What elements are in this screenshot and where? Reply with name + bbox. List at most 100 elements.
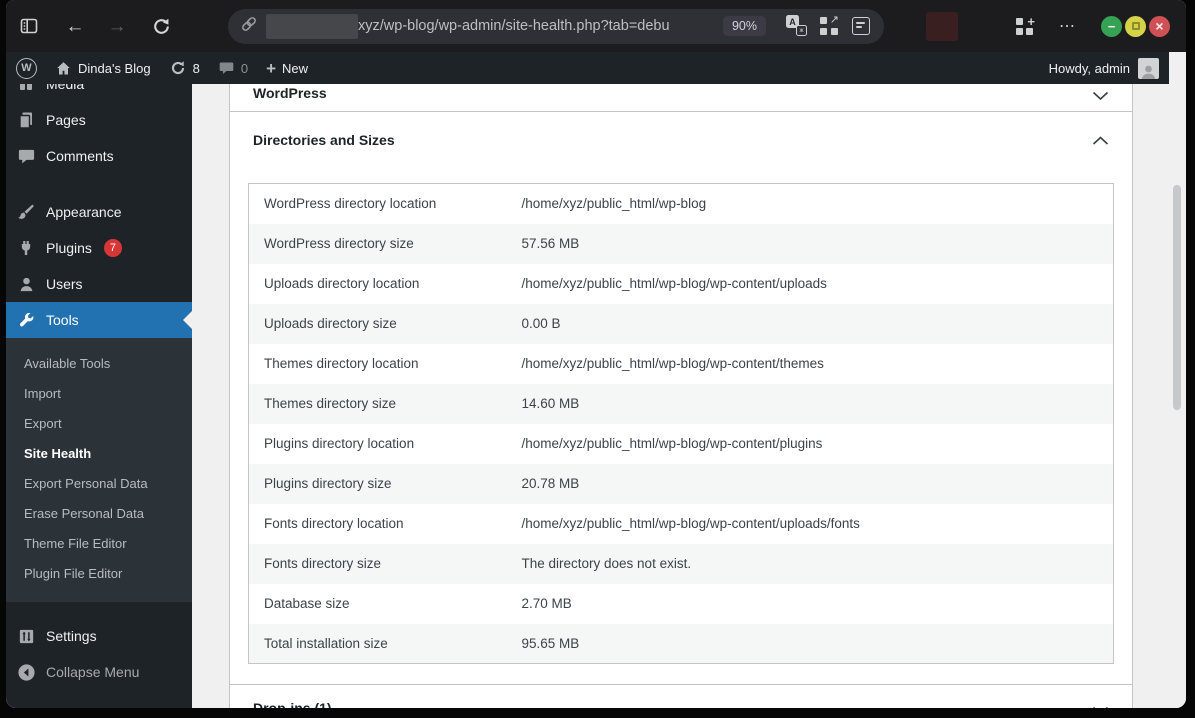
back-button[interactable]: ← [62, 13, 88, 39]
collections-icon[interactable]: ↗ [818, 14, 840, 37]
maximize-button[interactable] [1125, 15, 1146, 37]
row-value: 57.56 MB [521, 236, 580, 251]
chevron-up-icon [1092, 133, 1109, 151]
row-value: /home/xyz/public_html/wp-blog [521, 196, 707, 212]
extensions-icon[interactable]: + [1016, 14, 1035, 35]
row-value: /home/xyz/public_html/wp-blog/wp-content… [521, 356, 824, 371]
sidebar-item-tools[interactable]: Tools [6, 302, 192, 338]
browser-window: ← → xyz/wp-blog/wp-admin/site-health.php… [6, 0, 1186, 708]
forward-button[interactable]: → [104, 13, 130, 39]
zoom-level-badge[interactable]: 90% [722, 16, 766, 36]
chevron-down-icon [1092, 703, 1109, 708]
tools-submenu: Available Tools Import Export Site Healt… [6, 338, 192, 602]
table-row: Fonts directory location /home/xyz/publi… [248, 503, 1114, 544]
row-value: /home/xyz/public_html/wp-blog/wp-content… [521, 276, 827, 291]
reload-button[interactable] [148, 13, 174, 39]
minimize-button[interactable]: − [1101, 15, 1122, 37]
accordion-directories-and-sizes[interactable]: Directories and Sizes [230, 112, 1132, 168]
new-label: New [282, 60, 309, 76]
submenu-item[interactable]: Import [6, 378, 192, 408]
section-title: Drop-ins (1) [253, 700, 332, 708]
scrollbar-thumb[interactable] [1173, 185, 1181, 410]
submenu-item[interactable]: Available Tools [6, 348, 192, 378]
row-value: /home/xyz/public_html/wp-blog/wp-content… [521, 436, 823, 451]
sidebar-toggle-icon[interactable] [16, 13, 42, 39]
redacted-domain-box [266, 13, 358, 39]
site-health-content: WordPress Directories and Sizes WordPres… [192, 84, 1169, 708]
wp-admin-bar: W Dinda's Blog 8 0 + New Howdy, admin [6, 52, 1169, 84]
table-row: Themes directory size 14.60 MB [248, 383, 1114, 424]
browser-toolbar: ← → xyz/wp-blog/wp-admin/site-health.php… [6, 0, 1186, 52]
comment-bubble-icon [218, 60, 235, 77]
row-label: WordPress directory size [264, 236, 414, 251]
collapse-arrow-icon [16, 662, 36, 682]
translate-icon[interactable]: A ж [786, 15, 808, 37]
directories-table: WordPress directory location /home/xyz/p… [248, 183, 1114, 664]
submenu-item[interactable]: Plugin File Editor [6, 558, 192, 588]
section-title: WordPress [253, 85, 327, 101]
page-scrollbar[interactable] [1169, 52, 1186, 708]
avatar[interactable] [1138, 57, 1159, 79]
media-icon [16, 84, 36, 94]
link-icon [240, 15, 258, 38]
submenu-item[interactable]: Theme File Editor [6, 528, 192, 558]
pages-icon [16, 110, 36, 130]
updates-icon [169, 59, 187, 77]
row-label: Uploads directory size [264, 316, 397, 331]
plus-icon: + [266, 58, 276, 78]
page-viewport: W Dinda's Blog 8 0 + New Howdy, admin Me… [6, 52, 1186, 708]
row-value: 20.78 MB [521, 476, 580, 491]
wordpress-logo-icon: W [16, 57, 37, 79]
row-value: 14.60 MB [521, 396, 580, 411]
new-content-link[interactable]: + New [266, 60, 308, 77]
submenu-item[interactable]: Export [6, 408, 192, 438]
table-row: WordPress directory location /home/xyz/p… [248, 183, 1114, 224]
browser-menu-icon[interactable]: ⋯ [1059, 16, 1077, 36]
sidebar-item-appearance[interactable]: Appearance [6, 194, 192, 230]
row-value: 95.65 MB [521, 635, 580, 651]
submenu-item[interactable]: Export Personal Data [6, 468, 192, 498]
submenu-item[interactable]: Site Health [6, 438, 192, 468]
table-row: Plugins directory location /home/xyz/pub… [248, 423, 1114, 464]
row-label: Themes directory location [264, 356, 419, 371]
table-row: Themes directory location /home/xyz/publ… [248, 343, 1114, 384]
wp-admin-sidebar: Media Pages Comments Appearance Plugins … [6, 84, 192, 708]
reading-mode-icon[interactable] [850, 15, 872, 37]
table-row: WordPress directory size 57.56 MB [248, 223, 1114, 264]
accordion-wordpress[interactable]: WordPress [230, 84, 1132, 112]
sidebar-item-settings[interactable]: Settings [6, 618, 192, 654]
updates-link[interactable]: 8 [169, 59, 200, 77]
howdy-admin-link[interactable]: Howdy, admin [1049, 61, 1130, 76]
plugins-icon [16, 238, 36, 258]
section-title: Directories and Sizes [253, 132, 395, 148]
sidebar-item-plugins[interactable]: Plugins 7 [6, 230, 192, 266]
site-health-debug-panel: WordPress Directories and Sizes WordPres… [229, 84, 1133, 708]
sidebar-item-comments[interactable]: Comments [6, 138, 192, 174]
row-label: Plugins directory location [264, 436, 415, 451]
accordion-drop-ins[interactable]: Drop-ins (1) [230, 684, 1132, 708]
comments-icon [16, 146, 36, 166]
row-label: Themes directory size [264, 396, 397, 411]
url-text: xyz/wp-blog/wp-admin/site-health.php?tab… [358, 18, 719, 34]
wp-logo-menu[interactable]: W [16, 57, 37, 79]
sidebar-item-media[interactable]: Media [6, 84, 192, 102]
collapse-menu-button[interactable]: Collapse Menu [6, 654, 192, 690]
row-value: 2.70 MB [521, 596, 572, 611]
close-button[interactable]: × [1149, 15, 1170, 37]
comments-count: 0 [240, 60, 249, 76]
row-label: WordPress directory location [264, 196, 437, 212]
sidebar-item-users[interactable]: Users [6, 266, 192, 302]
table-row: Plugins directory size 20.78 MB [248, 463, 1114, 504]
home-icon [55, 60, 72, 77]
address-bar[interactable]: xyz/wp-blog/wp-admin/site-health.php?tab… [228, 8, 884, 44]
table-row: Fonts directory size The directory does … [248, 543, 1114, 584]
submenu-item[interactable]: Erase Personal Data [6, 498, 192, 528]
row-label: Fonts directory location [264, 516, 404, 531]
table-row: Database size 2.70 MB [248, 583, 1114, 624]
chevron-down-icon [1092, 88, 1109, 106]
site-name-link[interactable]: Dinda's Blog [55, 60, 151, 77]
sidebar-item-pages[interactable]: Pages [6, 102, 192, 138]
settings-icon [16, 626, 36, 646]
comments-link[interactable]: 0 [218, 60, 248, 77]
row-label: Plugins directory size [264, 476, 392, 491]
